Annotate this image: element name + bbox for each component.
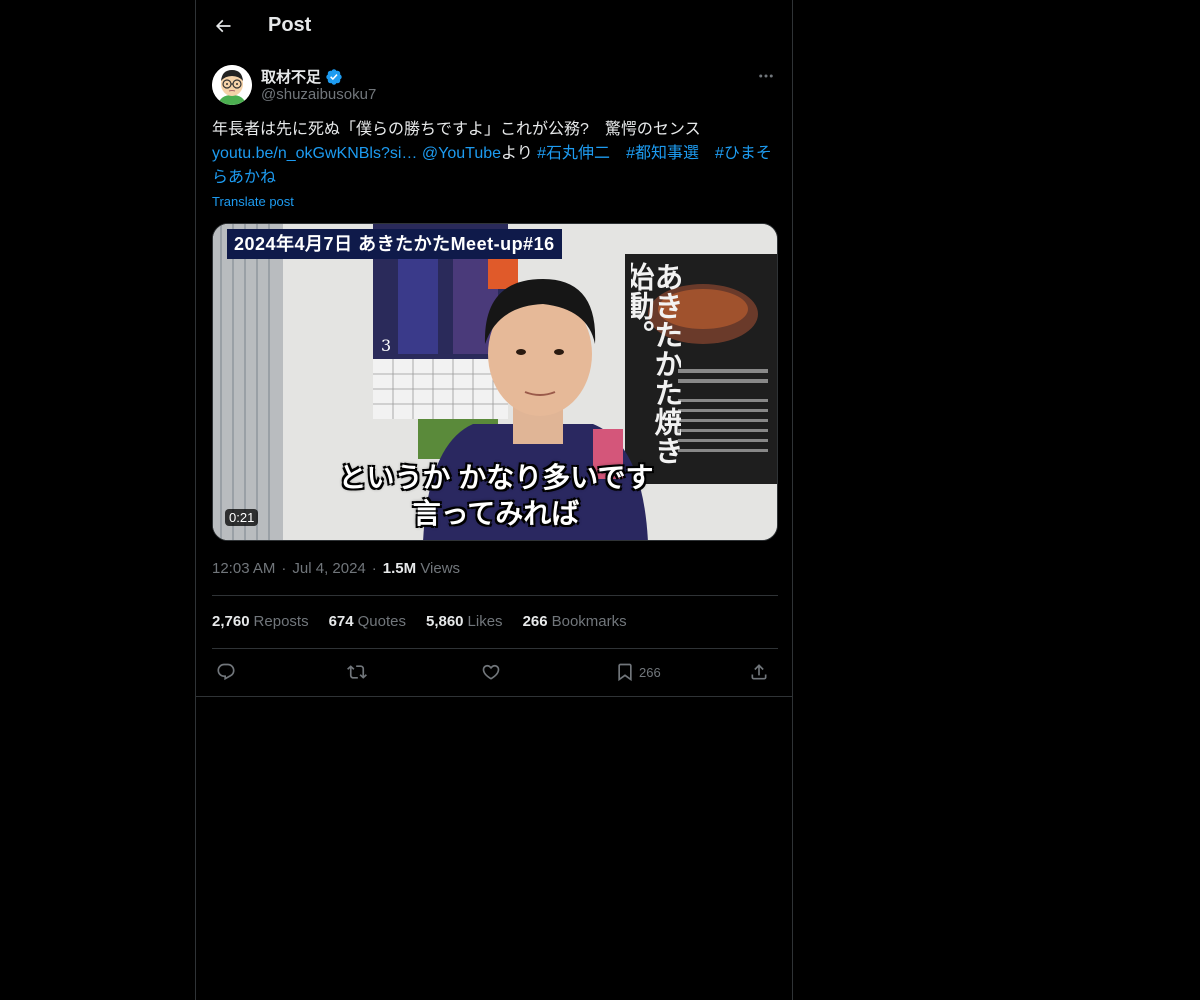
avatar-illustration bbox=[212, 65, 252, 105]
likes-count: 5,860 bbox=[425, 613, 464, 630]
mention-youtube[interactable]: @YouTube bbox=[422, 145, 501, 162]
likes-label: Likes bbox=[467, 613, 503, 630]
bookmark-button[interactable]: 266 bbox=[615, 658, 661, 686]
video-player[interactable]: 2024年4月7日 あきたかたMeet-up#16 あきたかた焼き始動。 3 と… bbox=[212, 223, 778, 541]
action-bar: 266 bbox=[212, 658, 778, 688]
post-column: Post 取材不足 @shuzaibusoku7 年長者は先に死ぬ「僕らの勝ちで… bbox=[195, 0, 793, 1000]
post-meta: 12:03 AM · Jul 4, 2024 · 1.5M Views bbox=[212, 560, 460, 577]
post-time[interactable]: 12:03 AM bbox=[212, 560, 275, 577]
page-title: Post bbox=[268, 14, 312, 36]
views[interactable]: 1.5M Views bbox=[383, 560, 460, 577]
author-name[interactable]: 取材不足 bbox=[261, 66, 321, 87]
views-label: Views bbox=[420, 560, 461, 577]
tweet-body: 年長者は先に死ぬ「僕らの勝ちですよ」これが公務? 驚愕のセンス bbox=[212, 121, 701, 138]
repost-icon bbox=[347, 665, 367, 679]
quotes-count: 674 bbox=[328, 613, 354, 630]
tweet-yori: より bbox=[501, 145, 533, 162]
video-subtitle-line-1: というか かなり多いです bbox=[338, 462, 654, 493]
heart-icon bbox=[482, 664, 500, 680]
poster-vertical-text: あきたかた焼き始動。 bbox=[631, 262, 681, 465]
back-button[interactable] bbox=[208, 11, 238, 41]
reply-button[interactable] bbox=[216, 658, 236, 686]
page-header: Post bbox=[196, 0, 792, 54]
meta-separator: · bbox=[371, 560, 377, 577]
verified-badge-icon bbox=[326, 68, 342, 85]
bookmarks-stat[interactable]: 266 Bookmarks bbox=[523, 613, 627, 630]
like-button[interactable] bbox=[481, 658, 501, 686]
likes-stat[interactable]: 5,860 Likes bbox=[426, 613, 503, 630]
share-icon bbox=[751, 664, 767, 680]
divider bbox=[212, 648, 778, 649]
quotes-stat[interactable]: 674 Quotes bbox=[329, 613, 406, 630]
more-options-button[interactable] bbox=[754, 64, 778, 88]
reposts-count: 2,760 bbox=[212, 613, 250, 630]
video-banner: 2024年4月7日 あきたかたMeet-up#16 bbox=[227, 229, 562, 259]
youtube-link[interactable]: youtu.be/n_okGwKNBls?si… bbox=[212, 145, 417, 162]
tweet-text: 年長者は先に死ぬ「僕らの勝ちですよ」これが公務? 驚愕のセンス youtu.be… bbox=[212, 118, 772, 190]
quotes-label: Quotes bbox=[357, 613, 406, 630]
calendar-number: 3 bbox=[381, 336, 392, 355]
meta-separator: · bbox=[281, 560, 287, 577]
share-button[interactable] bbox=[749, 658, 769, 686]
reply-icon bbox=[217, 663, 235, 681]
post-date[interactable]: Jul 4, 2024 bbox=[292, 560, 365, 577]
translate-post-link[interactable]: Translate post bbox=[212, 194, 294, 209]
more-dots-icon bbox=[759, 74, 773, 78]
repost-button[interactable] bbox=[347, 658, 367, 686]
divider bbox=[212, 595, 778, 596]
bookmarks-count: 266 bbox=[522, 613, 548, 630]
bookmark-icon bbox=[618, 663, 632, 682]
author-row: 取材不足 @shuzaibusoku7 bbox=[212, 64, 778, 106]
video-subtitle-line-2: 言ってみれば bbox=[412, 498, 580, 529]
reposts-label: Reposts bbox=[253, 613, 309, 630]
hashtag-tochijisen[interactable]: #都知事選 bbox=[626, 145, 699, 162]
arrow-left-icon bbox=[215, 19, 231, 33]
bookmarks-label: Bookmarks bbox=[551, 613, 627, 630]
bookmark-count: 266 bbox=[639, 664, 661, 680]
post-bottom-border bbox=[196, 696, 793, 697]
author-name-line: 取材不足 bbox=[261, 66, 343, 87]
author-handle[interactable]: @shuzaibusoku7 bbox=[261, 86, 376, 103]
hashtag-ishimaru[interactable]: #石丸伸二 bbox=[537, 145, 610, 162]
views-count: 1.5M bbox=[382, 560, 417, 577]
video-duration: 0:21 bbox=[225, 509, 259, 526]
reposts-stat[interactable]: 2,760 Reposts bbox=[212, 613, 309, 630]
avatar[interactable] bbox=[212, 65, 252, 105]
engagement-stats: 2,760 Reposts 674 Quotes 5,860 Likes 266 Boo… bbox=[212, 613, 627, 630]
